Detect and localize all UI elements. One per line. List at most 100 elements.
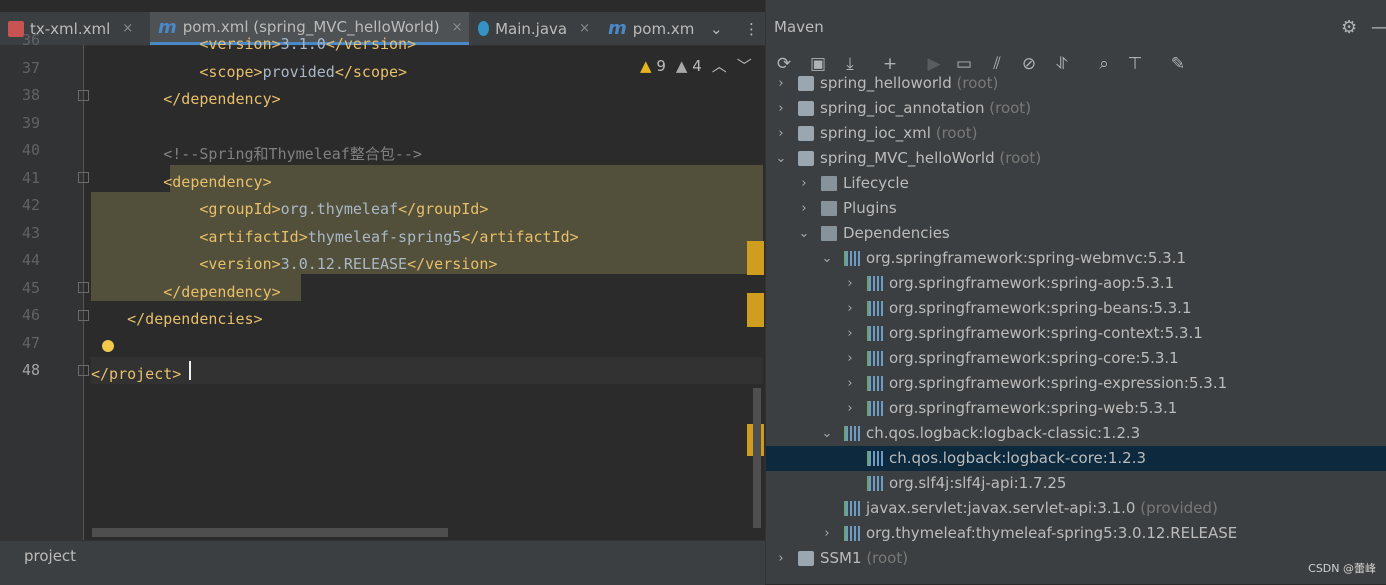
vertical-scrollbar[interactable] xyxy=(753,388,761,528)
inspection-widget[interactable]: ▲ 9 ▲ 4 ︿ ﹀ xyxy=(640,55,752,76)
tree-node[interactable]: › org.springframework:spring-aop:5.3.1 xyxy=(766,271,1386,296)
previous-highlight-icon[interactable]: ︿ xyxy=(712,55,727,76)
chevron-right-icon[interactable]: › xyxy=(843,321,857,346)
chevron-right-icon[interactable]: › xyxy=(820,521,834,546)
tree-node-text: ch.qos.logback:logback-core:1.2.3 xyxy=(889,446,1146,471)
library-icon xyxy=(867,451,885,466)
tree-node[interactable]: › Lifecycle xyxy=(766,171,1386,196)
code-line: <groupId>org.thymeleaf</groupId> xyxy=(91,196,488,223)
library-icon xyxy=(844,251,862,266)
tab-pom-xm[interactable]: m pom.xm xyxy=(600,12,702,45)
fold-marker[interactable] xyxy=(78,365,89,376)
error-stripe-mark[interactable] xyxy=(747,293,764,327)
chevron-down-icon[interactable]: ⌄ xyxy=(820,421,834,446)
tree-node[interactable]: › org.springframework:spring-context:5.3.… xyxy=(766,321,1386,346)
tree-node-text: spring_ioc_xml (root) xyxy=(820,121,978,146)
tree-node-label: spring_MVC_helloWorld xyxy=(820,149,995,167)
code-line: </dependency> xyxy=(91,86,280,113)
library-icon xyxy=(844,426,862,441)
tree-node-text: Lifecycle xyxy=(843,171,909,196)
tree-node[interactable]: ch.qos.logback:logback-core:1.2.3 xyxy=(766,446,1386,471)
tree-node[interactable]: › spring_ioc_annotation (root) xyxy=(766,96,1386,121)
line-number: 39 xyxy=(21,113,40,132)
tree-node[interactable]: › org.springframework:spring-core:5.3.1 xyxy=(766,346,1386,371)
xml-tag: <dependency> xyxy=(163,172,272,191)
line-number: 41 xyxy=(21,168,40,187)
tabs-overflow-icon[interactable]: ⌄ xyxy=(702,12,734,45)
tree-node[interactable]: › org.thymeleaf:thymeleaf-spring5:3.0.12.… xyxy=(766,521,1386,546)
gear-icon[interactable]: ⚙ xyxy=(1341,17,1357,38)
tree-node[interactable]: ⌄ Dependencies xyxy=(766,221,1386,246)
tree-node-text: org.springframework:spring-web:5.3.1 xyxy=(889,396,1177,421)
chevron-right-icon[interactable]: › xyxy=(843,346,857,371)
code-area[interactable]: <version>3.1.0</version> <scope>provided… xyxy=(91,35,763,540)
xml-tag: <version> xyxy=(199,35,281,53)
chevron-right-icon[interactable]: › xyxy=(843,371,857,396)
tree-node[interactable]: ⌄ spring_MVC_helloWorld (root) xyxy=(766,146,1386,171)
line-number: 40 xyxy=(21,141,40,159)
minimize-icon[interactable]: — xyxy=(1371,17,1386,38)
tree-node-text: Dependencies xyxy=(843,221,950,246)
lifecycle-folder-icon xyxy=(821,176,837,191)
xml-tag: </version> xyxy=(407,255,498,273)
chevron-right-icon[interactable]: › xyxy=(774,546,788,571)
tree-node-text: org.springframework:spring-context:5.3.1 xyxy=(889,321,1203,346)
chevron-down-icon[interactable]: ⌄ xyxy=(774,146,788,171)
tree-node[interactable]: › org.springframework:spring-expression:5… xyxy=(766,371,1386,396)
line-number: 46 xyxy=(21,306,40,324)
maven-project-tree[interactable]: › spring_helloworld (root) › spring_ioc_ann… xyxy=(766,70,1386,584)
breadcrumb[interactable]: project xyxy=(24,547,76,565)
close-icon[interactable]: × xyxy=(579,21,590,36)
code-line: <version>3.0.12.RELEASE</version> xyxy=(91,251,497,278)
chevron-right-icon[interactable]: › xyxy=(797,171,811,196)
maven-m-icon: m xyxy=(608,18,627,39)
tree-node-note: (root) xyxy=(956,74,999,92)
xml-tag: <version> xyxy=(199,255,281,273)
fold-marker[interactable] xyxy=(78,172,89,183)
close-icon[interactable]: × xyxy=(452,20,463,35)
plugins-folder-icon xyxy=(821,201,837,216)
chevron-down-icon[interactable]: ⌄ xyxy=(797,221,811,246)
tree-node-text: spring_MVC_helloWorld (root) xyxy=(820,146,1041,171)
tree-node[interactable]: › SSM1 (root) xyxy=(766,546,1386,571)
chevron-right-icon[interactable]: › xyxy=(774,121,788,146)
library-icon xyxy=(867,401,885,416)
tree-node[interactable]: › org.springframework:spring-beans:5.3.1 xyxy=(766,296,1386,321)
tree-node[interactable]: javax.servlet:javax.servlet-api:3.1.0 (p… xyxy=(766,496,1386,521)
line-number: 45 xyxy=(21,278,40,297)
more-options-icon[interactable]: ⋮ xyxy=(736,12,762,45)
tree-node-text: org.springframework:spring-aop:5.3.1 xyxy=(889,271,1174,296)
tree-node[interactable]: › spring_ioc_xml (root) xyxy=(766,121,1386,146)
tree-node[interactable]: › org.springframework:spring-web:5.3.1 xyxy=(766,396,1386,421)
xml-tag: </dependency> xyxy=(163,282,281,301)
tree-node[interactable]: › Plugins xyxy=(766,196,1386,221)
error-stripe-mark[interactable] xyxy=(747,241,764,275)
tree-node-text: spring_ioc_annotation (root) xyxy=(820,96,1031,121)
fold-marker[interactable] xyxy=(78,90,89,101)
chevron-right-icon[interactable]: › xyxy=(774,96,788,121)
tab-main-java[interactable]: Main.java × xyxy=(470,12,598,45)
chevron-right-icon[interactable]: › xyxy=(843,296,857,321)
chevron-right-icon[interactable]: › xyxy=(843,396,857,421)
fold-marker[interactable] xyxy=(78,282,89,293)
tab-label: pom.xm xyxy=(632,19,695,38)
tree-node[interactable]: ⌄ ch.qos.logback:logback-classic:1.2.3 xyxy=(766,421,1386,446)
tree-node[interactable]: › spring_helloworld (root) xyxy=(766,71,1386,96)
tree-node[interactable]: org.slf4j:slf4j-api:1.7.25 xyxy=(766,471,1386,496)
chevron-right-icon[interactable]: › xyxy=(797,196,811,221)
chevron-right-icon[interactable]: › xyxy=(843,271,857,296)
tree-node-label: ch.qos.logback:logback-classic:1.2.3 xyxy=(866,424,1141,442)
tree-node[interactable]: ⌄ org.springframework:spring-webmvc:5.3.1 xyxy=(766,246,1386,271)
fold-marker[interactable] xyxy=(78,310,89,321)
chevron-right-icon[interactable]: › xyxy=(774,71,788,96)
chevron-down-icon[interactable]: ⌄ xyxy=(820,246,834,271)
horizontal-scrollbar[interactable] xyxy=(92,528,448,537)
line-number-gutter: 36 37 38 39 40 41 42 43 44 45 46 47 48 xyxy=(0,31,84,540)
tree-node-label: Plugins xyxy=(843,199,897,217)
next-highlight-icon[interactable]: ﹀ xyxy=(737,55,752,76)
watermark: CSDN @蕾峰 xyxy=(1308,562,1376,575)
